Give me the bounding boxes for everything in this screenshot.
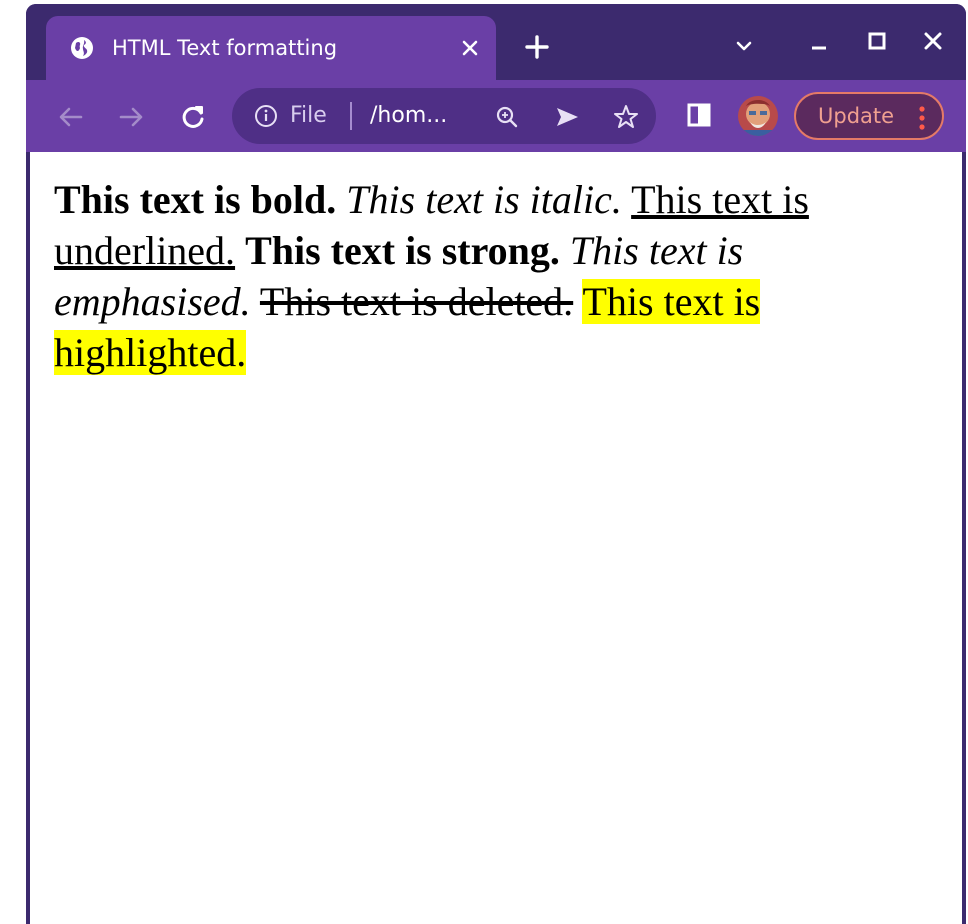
tab-html-text-formatting[interactable]: HTML Text formatting	[46, 16, 496, 80]
browser-window: HTML Text formatting File /hom... Update…	[26, 4, 966, 924]
tab-title: HTML Text formatting	[112, 36, 338, 60]
star-icon[interactable]	[612, 103, 640, 131]
globe-icon	[71, 37, 93, 59]
maximize-icon[interactable]	[862, 26, 892, 56]
browser-toolbar: File /hom... Update	[26, 80, 966, 152]
profile-avatar-icon	[738, 96, 778, 136]
formatting-paragraph: This text is bold. This text is italic. …	[54, 174, 934, 378]
deleted-text: This text is deleted.	[259, 279, 574, 324]
close-icon[interactable]	[456, 34, 484, 62]
omnibox-separator	[350, 102, 352, 130]
kebab-menu-icon[interactable]	[914, 104, 930, 132]
plus-icon[interactable]	[520, 30, 554, 64]
url-scheme-label: File	[290, 103, 327, 128]
avatar[interactable]	[738, 96, 778, 136]
side-panel-icon[interactable]	[686, 102, 712, 128]
bold-text: This text is bold.	[54, 177, 337, 222]
arrow-left-icon[interactable]	[56, 102, 86, 132]
strong-text: This text is strong.	[245, 228, 560, 273]
info-icon[interactable]	[254, 104, 278, 128]
page-content: This text is bold. This text is italic. …	[30, 152, 962, 924]
chevron-down-icon[interactable]	[732, 34, 756, 58]
url-text[interactable]: /hom...	[370, 102, 447, 130]
address-bar[interactable]: File /hom...	[232, 88, 656, 144]
zoom-icon[interactable]	[494, 104, 520, 130]
close-icon[interactable]	[918, 26, 948, 56]
minimize-icon[interactable]	[804, 26, 834, 56]
update-button[interactable]: Update	[794, 92, 944, 140]
send-icon[interactable]	[554, 104, 580, 130]
arrow-right-icon[interactable]	[116, 102, 146, 132]
reload-icon[interactable]	[178, 102, 208, 132]
italic-text: This text is italic.	[346, 177, 622, 222]
tab-strip: HTML Text formatting	[26, 4, 966, 80]
update-button-label: Update	[818, 104, 895, 128]
